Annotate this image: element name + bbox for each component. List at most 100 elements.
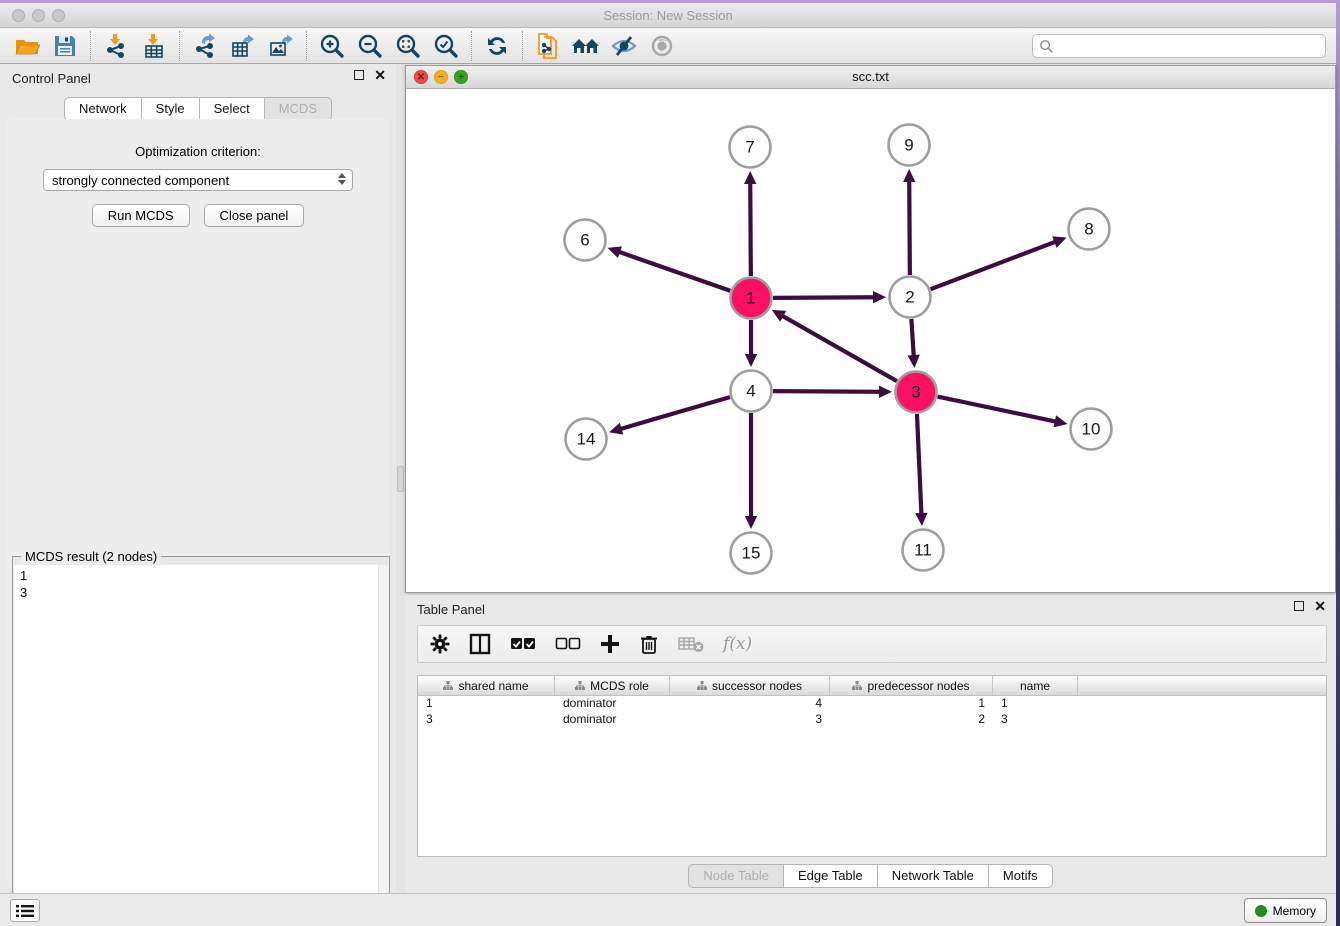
trash-icon [639,633,659,655]
tab-node-table[interactable]: Node Table [688,864,784,888]
save-session-button[interactable] [46,30,84,62]
mcds-result-list[interactable]: 1 3 [14,565,388,926]
refresh-icon [484,33,510,59]
close-panel-button[interactable]: Close panel [204,204,305,227]
table-tabs: Node Table Edge Table Network Table Moti… [405,864,1336,888]
tab-edge-table[interactable]: Edge Table [784,864,878,888]
checked-boxes-icon [510,637,536,651]
graph-node-label: 7 [745,138,754,157]
dropdown-stepper-icon [338,173,346,185]
criterion-dropdown[interactable]: strongly connected component [43,169,353,191]
table-row[interactable]: 3 dominator 3 2 3 [418,712,1326,728]
open-folder-icon [14,33,40,59]
add-column-button[interactable] [600,634,620,654]
graph-node-label: 4 [746,382,755,401]
table-settings-button[interactable] [430,634,450,654]
graph-node-label: 2 [905,288,914,307]
hide-selected-button[interactable] [605,30,643,62]
tab-style[interactable]: Style [142,97,200,121]
home-button[interactable] [567,30,605,62]
node-table-header: shared name MCDS role successor nodes pr… [418,676,1326,696]
graph-edge[interactable] [909,180,910,275]
float-table-panel-icon[interactable] [1294,601,1304,611]
mcds-tab-content: Optimization criterion: strongly connect… [7,119,389,887]
column-header-mcds-role[interactable]: MCDS role [555,676,670,695]
graph-edge[interactable] [931,241,1057,289]
graph-edge[interactable] [620,397,730,429]
control-panel-tabs: Network Style Select MCDS [0,97,396,121]
table-panel-title: Table Panel [417,602,485,617]
network-canvas[interactable]: 7968123414101511 [406,89,1335,592]
graph-edge-arrowhead [1054,415,1068,427]
zoom-selected-icon [433,33,459,59]
network-graph: 7968123414101511 [406,89,1335,592]
node-table[interactable]: shared name MCDS role successor nodes pr… [417,675,1327,857]
delete-table-icon [678,635,704,653]
function-builder-button-disabled: f(x) [723,634,752,654]
close-panel-icon[interactable]: ✕ [374,70,386,80]
open-session-button[interactable] [8,30,46,62]
close-table-panel-icon[interactable]: ✕ [1314,601,1326,611]
export-image-icon [268,33,294,59]
application-window: Session: New Session [0,3,1336,926]
network-window-titlebar[interactable]: ✕ − + scc.txt [406,66,1335,89]
column-header-name[interactable]: name [993,676,1078,695]
zoom-fit-button[interactable] [389,30,427,62]
hierarchy-icon [852,681,862,691]
toggle-column-pane-button[interactable] [469,633,491,655]
delete-table-button-disabled [678,635,704,653]
deselect-all-button[interactable] [555,637,581,651]
table-row[interactable]: 1 dominator 4 1 1 [418,696,1326,712]
zoom-selected-button[interactable] [427,30,465,62]
task-history-button[interactable] [10,899,40,922]
panel-splitter[interactable] [396,64,405,893]
column-header-shared-name[interactable]: shared name [418,676,555,695]
graph-edge-arrowhead [903,169,915,182]
graph-edge[interactable] [750,182,751,276]
select-all-button[interactable] [510,637,536,651]
graph-node-label: 3 [911,383,920,402]
graph-edge[interactable] [938,397,1057,422]
column-header-successor-nodes[interactable]: successor nodes [670,676,830,695]
graph-edge[interactable] [618,252,730,291]
import-network-button[interactable] [97,30,135,62]
column-pane-icon [469,633,491,655]
export-table-button[interactable] [224,30,262,62]
search-icon [1039,39,1054,54]
graph-edge[interactable] [917,414,921,515]
tab-mcds[interactable]: MCDS [265,97,332,121]
splitter-grip[interactable] [397,466,404,492]
toolbar-separator [471,31,472,61]
graph-edge[interactable] [773,297,875,298]
graph-edge[interactable] [773,391,881,392]
import-table-button[interactable] [135,30,173,62]
delete-column-button[interactable] [639,633,659,655]
run-mcds-button[interactable]: Run MCDS [92,204,190,227]
graph-edge[interactable] [911,319,913,357]
control-panel: Control Panel ✕ Network Style Select MCD… [0,64,396,893]
toolbar-separator [179,31,180,61]
clone-network-button[interactable] [529,30,567,62]
tab-network[interactable]: Network [64,97,142,121]
zoom-out-button[interactable] [351,30,389,62]
export-image-button[interactable] [262,30,300,62]
float-panel-icon[interactable] [354,70,364,80]
tab-select[interactable]: Select [200,97,265,121]
export-network-button[interactable] [186,30,224,62]
column-header-predecessor-nodes[interactable]: predecessor nodes [830,676,993,695]
result-scrollbar[interactable] [378,565,388,926]
tab-network-table[interactable]: Network Table [878,864,989,888]
clone-network-icon [535,33,561,59]
search-field[interactable] [1032,34,1326,58]
graph-node-label: 11 [914,541,932,560]
zoom-in-button[interactable] [313,30,351,62]
main-toolbar [0,28,1336,64]
search-input[interactable] [1054,39,1319,53]
tab-motifs[interactable]: Motifs [989,864,1053,888]
memory-button[interactable]: Memory [1244,898,1327,923]
refresh-layout-button[interactable] [478,30,516,62]
export-table-icon [230,33,256,59]
graph-edge[interactable] [781,315,896,381]
hierarchy-icon [575,681,585,691]
toolbar-separator [522,31,523,61]
